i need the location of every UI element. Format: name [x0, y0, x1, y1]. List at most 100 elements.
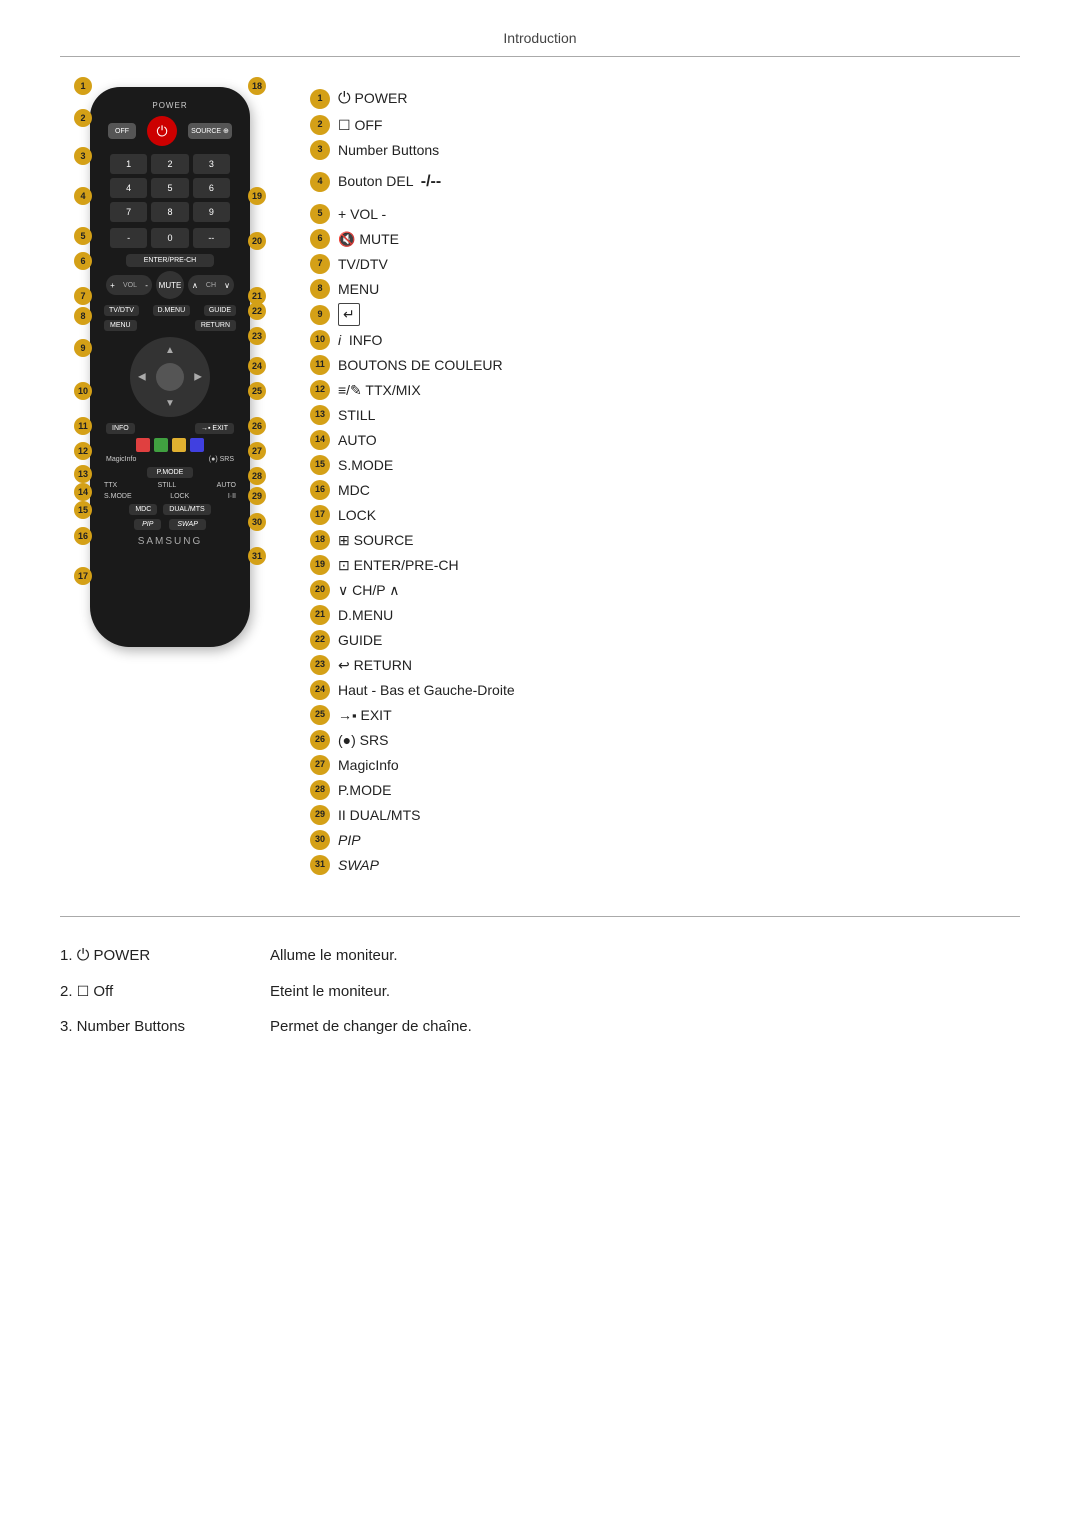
legend-badge-27: 27 — [310, 755, 330, 775]
enter-button[interactable]: ENTER/PRE-CH — [126, 254, 215, 267]
source-button[interactable]: SOURCE ⊕ — [188, 123, 232, 139]
legend-item-4: 4 Bouton DEL -/-- — [310, 164, 1020, 200]
legend-badge-9: 9 — [310, 305, 330, 325]
color-btn-yellow[interactable] — [172, 438, 186, 452]
legend-text-25: →▪ EXIT — [338, 705, 392, 726]
desc-value-1: Allume le moniteur. — [270, 947, 398, 964]
legend-item-18: 18 ⊞ SOURCE — [310, 529, 1020, 551]
legend-item-20: 20 ∨ CH/P ∧ — [310, 579, 1020, 601]
smode-row: S.MODE LOCK I·II — [100, 493, 240, 500]
mute-button[interactable]: MUTE — [156, 271, 184, 299]
menu-button[interactable]: MENU — [104, 320, 137, 331]
desc-item-2: 2. ☐ Off Eteint le moniteur. — [60, 983, 1020, 1000]
legend-badge-7: 7 — [310, 254, 330, 274]
legend-item-27: 27 MagicInfo — [310, 754, 1020, 776]
guide-button[interactable]: GUIDE — [204, 305, 236, 316]
legend-text-29: II DUAL/MTS — [338, 805, 420, 826]
legend-text-2: ☐ OFF — [338, 115, 382, 136]
num-9[interactable]: 9 — [193, 202, 230, 222]
legend-item-29: 29 II DUAL/MTS — [310, 804, 1020, 826]
legend-item-14: 14 AUTO — [310, 429, 1020, 451]
num-7[interactable]: 7 — [110, 202, 147, 222]
off-button[interactable]: OFF — [108, 123, 136, 139]
swap-button[interactable]: SWAP — [169, 519, 206, 530]
vol-button[interactable]: + VOL - — [106, 275, 152, 295]
legend-item-8: 8 MENU — [310, 278, 1020, 300]
info-button[interactable]: INFO — [106, 423, 135, 434]
del-button[interactable]: - — [110, 228, 147, 248]
legend-badge-20: 20 — [310, 580, 330, 600]
dmenu-button[interactable]: D.MENU — [153, 305, 191, 316]
badge-8: 8 — [74, 307, 92, 325]
pip-row: PIP SWAP — [100, 519, 240, 530]
legend-list: 1 ⏻ POWER 2 ☐ OFF 3 Number Buttons 4 Bou… — [310, 87, 1020, 876]
legend-item-21: 21 D.MENU — [310, 604, 1020, 626]
legend-item-26: 26 (●) SRS — [310, 729, 1020, 751]
dual-button[interactable]: DUAL/MTS — [163, 504, 210, 515]
badge-2: 2 — [74, 109, 92, 127]
color-buttons — [100, 438, 240, 452]
legend-text-1: ⏻ POWER — [338, 87, 407, 111]
badge-9: 9 — [74, 339, 92, 357]
pip-button[interactable]: PIP — [134, 519, 161, 530]
color-btn-green[interactable] — [154, 438, 168, 452]
num-6[interactable]: 6 — [193, 178, 230, 198]
smode-label: S.MODE — [104, 493, 132, 500]
legend-text-8: MENU — [338, 279, 379, 300]
nav-circle[interactable]: ▲ ▼ ◀ ▶ — [130, 337, 210, 417]
badge-22: 22 — [248, 302, 266, 320]
samsung-brand: SAMSUNG — [100, 536, 240, 547]
mdc-button[interactable]: MDC — [129, 504, 157, 515]
legend-text-28: P.MODE — [338, 780, 391, 801]
legend-item-9: 9 ↵ — [310, 303, 1020, 326]
badge-7: 7 — [74, 287, 92, 305]
legend-item-15: 15 S.MODE — [310, 454, 1020, 476]
legend-badge-26: 26 — [310, 730, 330, 750]
pmode-row: P.MODE — [100, 467, 240, 478]
enter-row: ENTER/PRE-CH — [100, 254, 240, 267]
badge-11: 11 — [74, 417, 92, 435]
legend-text-15: S.MODE — [338, 455, 393, 476]
legend-badge-10: 10 — [310, 330, 330, 350]
num-0[interactable]: 0 — [151, 228, 188, 248]
legend-badge-15: 15 — [310, 455, 330, 475]
num-3[interactable]: 3 — [193, 154, 230, 174]
color-btn-red[interactable] — [136, 438, 150, 452]
tvdtv-button[interactable]: TV/DTV — [104, 305, 139, 316]
ch-button[interactable]: ∧ CH ∨ — [188, 275, 234, 295]
desc-label-1: 1. ⏻ POWER — [60, 947, 260, 965]
color-btn-blue[interactable] — [190, 438, 204, 452]
return-button[interactable]: RETURN — [195, 320, 236, 331]
legend-badge-16: 16 — [310, 480, 330, 500]
pmode-button[interactable]: P.MODE — [147, 467, 194, 478]
legend-badge-19: 19 — [310, 555, 330, 575]
num-5[interactable]: 5 — [151, 178, 188, 198]
nav-center[interactable] — [156, 363, 184, 391]
badge-17: 17 — [74, 567, 92, 585]
num-1[interactable]: 1 — [110, 154, 147, 174]
badge-18: 18 — [248, 77, 266, 95]
legend-badge-28: 28 — [310, 780, 330, 800]
del-row: - 0 -- — [100, 228, 240, 248]
legend-text-30: PIP — [338, 830, 361, 851]
legend-item-23: 23 ↩ RETURN — [310, 654, 1020, 676]
legend-badge-22: 22 — [310, 630, 330, 650]
legend-text-7: TV/DTV — [338, 254, 388, 275]
badge-19: 19 — [248, 187, 266, 205]
exit-button[interactable]: →▪ EXIT — [195, 423, 234, 434]
descriptions-section: 1. ⏻ POWER Allume le moniteur. 2. ☐ Off … — [60, 916, 1020, 1035]
num-8[interactable]: 8 — [151, 202, 188, 222]
page-header: Introduction — [60, 30, 1020, 57]
num-4[interactable]: 4 — [110, 178, 147, 198]
badge-14: 14 — [74, 483, 92, 501]
numpad: 1 2 3 4 5 6 7 8 9 — [100, 154, 240, 222]
legend-text-16: MDC — [338, 480, 370, 501]
legend-item-31: 31 SWAP — [310, 854, 1020, 876]
top-buttons-row: OFF ⏻ SOURCE ⊕ — [100, 116, 240, 146]
legend-text-26: (●) SRS — [338, 730, 388, 751]
del2-button[interactable]: -- — [193, 228, 230, 248]
power-button[interactable]: ⏻ — [147, 116, 177, 146]
legend-badge-12: 12 — [310, 380, 330, 400]
num-2[interactable]: 2 — [151, 154, 188, 174]
legend-item-1: 1 ⏻ POWER — [310, 87, 1020, 111]
